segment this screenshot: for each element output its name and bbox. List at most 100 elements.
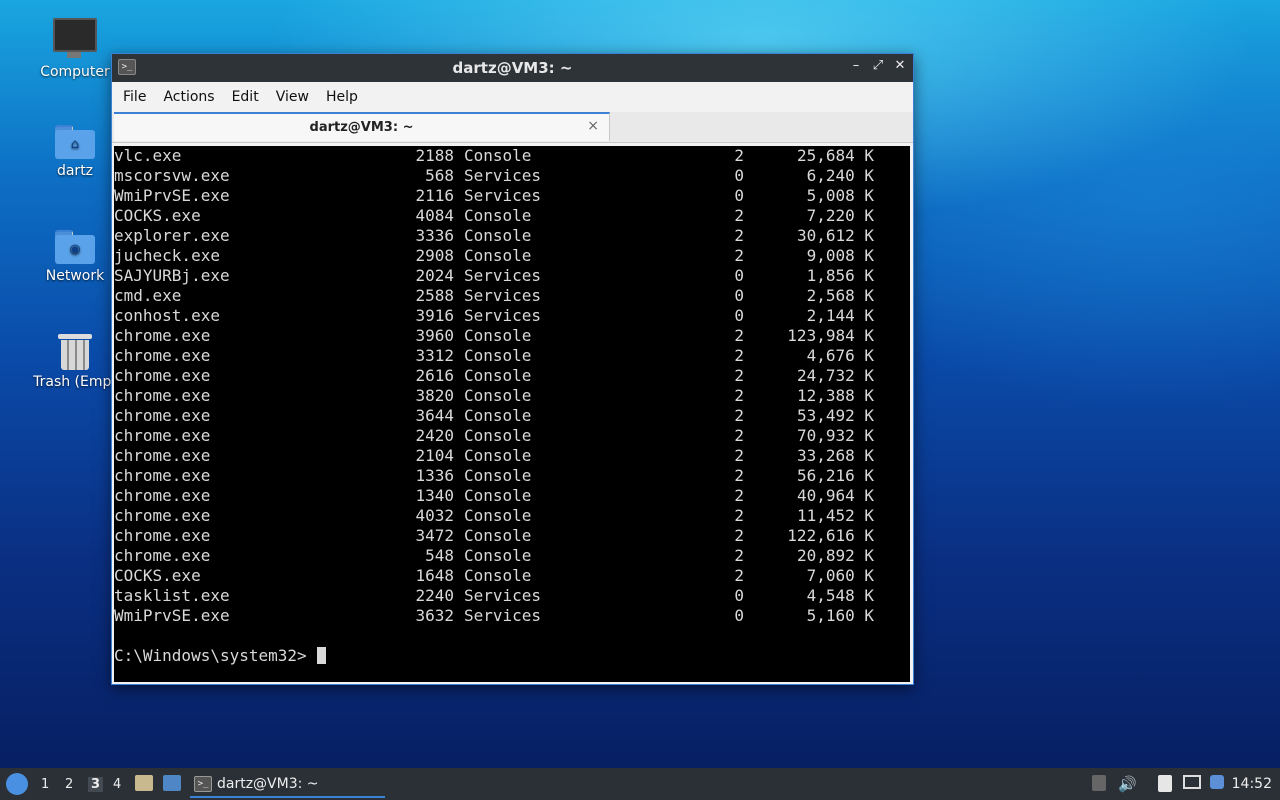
process-session: Console <box>464 526 532 545</box>
menu-help[interactable]: Help <box>319 89 365 105</box>
taskbar: 1 2 3 4 >_ dartz@VM3: ~ 🔊 14:52 <box>0 768 1280 800</box>
process-name: chrome.exe <box>114 366 211 385</box>
process-session: Services <box>464 586 542 605</box>
process-mem: 5,160 K <box>806 606 874 625</box>
process-row: COCKS.exe 1648 Console 2 7,060 K <box>114 566 910 586</box>
process-num: 0 <box>734 186 744 205</box>
process-name: COCKS.exe <box>114 566 201 585</box>
network-icon[interactable] <box>1183 775 1201 789</box>
process-mem: 20,892 K <box>796 546 874 565</box>
process-row: WmiPrvSE.exe 2116 Services 0 5,008 K <box>114 186 910 206</box>
desktop-icon-computer[interactable]: Computer <box>25 18 125 80</box>
process-mem: 40,964 K <box>796 486 874 505</box>
process-session: Console <box>464 366 532 385</box>
process-session: Console <box>464 226 532 245</box>
workspace-3[interactable]: 3 <box>88 777 104 792</box>
process-pid: 3472 <box>415 526 454 545</box>
clipboard-icon[interactable] <box>1158 775 1172 792</box>
process-num: 2 <box>734 506 744 525</box>
process-mem: 4,548 K <box>806 586 874 605</box>
process-name: tasklist.exe <box>114 586 230 605</box>
terminal-output[interactable]: WmiPrvSE.exe 3632 Services 0 5,160 K tasklist… <box>114 146 910 682</box>
menu-file[interactable]: File <box>116 89 153 105</box>
process-pid: 568 <box>425 166 454 185</box>
file-manager-icon[interactable] <box>135 775 153 791</box>
text-cursor <box>316 647 326 664</box>
process-num: 2 <box>734 486 744 505</box>
process-name: chrome.exe <box>114 426 211 445</box>
process-row: mscorsvw.exe 568 Services 0 6,240 K <box>114 166 910 186</box>
process-mem: 2,144 K <box>806 306 874 325</box>
tab-label: dartz@VM3: ~ <box>309 120 414 135</box>
process-num: 2 <box>734 146 744 165</box>
process-session: Console <box>464 206 532 225</box>
process-num: 2 <box>734 406 744 425</box>
update-notifier-icon[interactable] <box>1210 775 1224 789</box>
window-titlebar[interactable]: >_ dartz@VM3: ~ – ⤢ ✕ <box>112 54 913 82</box>
process-row: cmd.exe 2588 Services 0 2,568 K <box>114 286 910 306</box>
process-num: 2 <box>734 326 744 345</box>
process-name: chrome.exe <box>114 546 211 565</box>
show-desktop-icon[interactable] <box>163 775 181 791</box>
process-session: Console <box>464 346 532 365</box>
process-session: Services <box>464 286 542 305</box>
volume-icon[interactable]: 🔊 <box>1118 775 1137 793</box>
process-num: 2 <box>734 366 744 385</box>
window-title: dartz@VM3: ~ <box>452 59 573 77</box>
process-name: jucheck.exe <box>114 246 220 265</box>
process-row: chrome.exe 3820 Console 2 12,388 K <box>114 386 910 406</box>
process-pid: 1648 <box>415 566 454 585</box>
minimize-button[interactable]: – <box>849 58 863 73</box>
process-session: Console <box>464 566 532 585</box>
tab-close-icon[interactable]: × <box>587 118 599 134</box>
process-row: WmiPrvSE.exe 3632 Services 0 5,160 K <box>114 606 910 626</box>
process-pid: 2188 <box>415 146 454 165</box>
process-session: Console <box>464 446 532 465</box>
process-name: vlc.exe <box>114 146 182 165</box>
command-prompt: C:\Windows\system32> <box>114 646 326 666</box>
menu-edit[interactable]: Edit <box>225 89 266 105</box>
process-pid: 2024 <box>415 266 454 285</box>
process-name: SAJYURBj.exe <box>114 266 230 285</box>
process-name: chrome.exe <box>114 486 211 505</box>
desktop-icon-label: dartz <box>56 163 94 179</box>
taskbar-task-terminal[interactable]: >_ dartz@VM3: ~ <box>190 770 385 798</box>
workspace-2[interactable]: 2 <box>65 777 73 792</box>
process-row: chrome.exe 3472 Console 2 122,616 K <box>114 526 910 546</box>
desktop-icon-network[interactable]: ◉ Network <box>25 230 125 284</box>
process-mem: 1,856 K <box>806 266 874 285</box>
process-session: Services <box>464 166 542 185</box>
desktop-icon-home[interactable]: ⌂ dartz <box>25 125 125 179</box>
menu-actions[interactable]: Actions <box>156 89 221 105</box>
process-num: 0 <box>734 606 744 625</box>
start-menu-icon[interactable] <box>6 773 28 795</box>
process-num: 0 <box>734 306 744 325</box>
process-pid: 2104 <box>415 446 454 465</box>
process-name: WmiPrvSE.exe <box>114 186 230 205</box>
process-row: chrome.exe 2104 Console 2 33,268 K <box>114 446 910 466</box>
process-row: vlc.exe 2188 Console 2 25,684 K <box>114 146 910 166</box>
process-session: Console <box>464 546 532 565</box>
process-pid: 3312 <box>415 346 454 365</box>
process-pid: 1336 <box>415 466 454 485</box>
close-button[interactable]: ✕ <box>893 58 907 73</box>
tray-arrow-icon[interactable] <box>1092 775 1106 791</box>
process-session: Console <box>464 326 532 345</box>
process-row: jucheck.exe 2908 Console 2 9,008 K <box>114 246 910 266</box>
process-session: Console <box>464 146 532 165</box>
process-pid: 1340 <box>415 486 454 505</box>
process-row: chrome.exe 4032 Console 2 11,452 K <box>114 506 910 526</box>
workspace-1[interactable]: 1 <box>41 777 49 792</box>
desktop-icon-trash[interactable]: Trash (Empt <box>25 332 125 390</box>
tab-terminal[interactable]: dartz@VM3: ~ × <box>114 112 610 141</box>
workspace-4[interactable]: 4 <box>113 777 121 792</box>
terminal-window[interactable]: >_ dartz@VM3: ~ – ⤢ ✕ File Actions Edit … <box>111 53 914 685</box>
menu-view[interactable]: View <box>269 89 316 105</box>
maximize-button[interactable]: ⤢ <box>871 58 885 73</box>
process-session: Console <box>464 406 532 425</box>
process-pid: 3820 <box>415 386 454 405</box>
process-num: 0 <box>734 166 744 185</box>
process-pid: 3632 <box>415 606 454 625</box>
process-row: chrome.exe 2616 Console 2 24,732 K <box>114 366 910 386</box>
process-row: chrome.exe 3312 Console 2 4,676 K <box>114 346 910 366</box>
